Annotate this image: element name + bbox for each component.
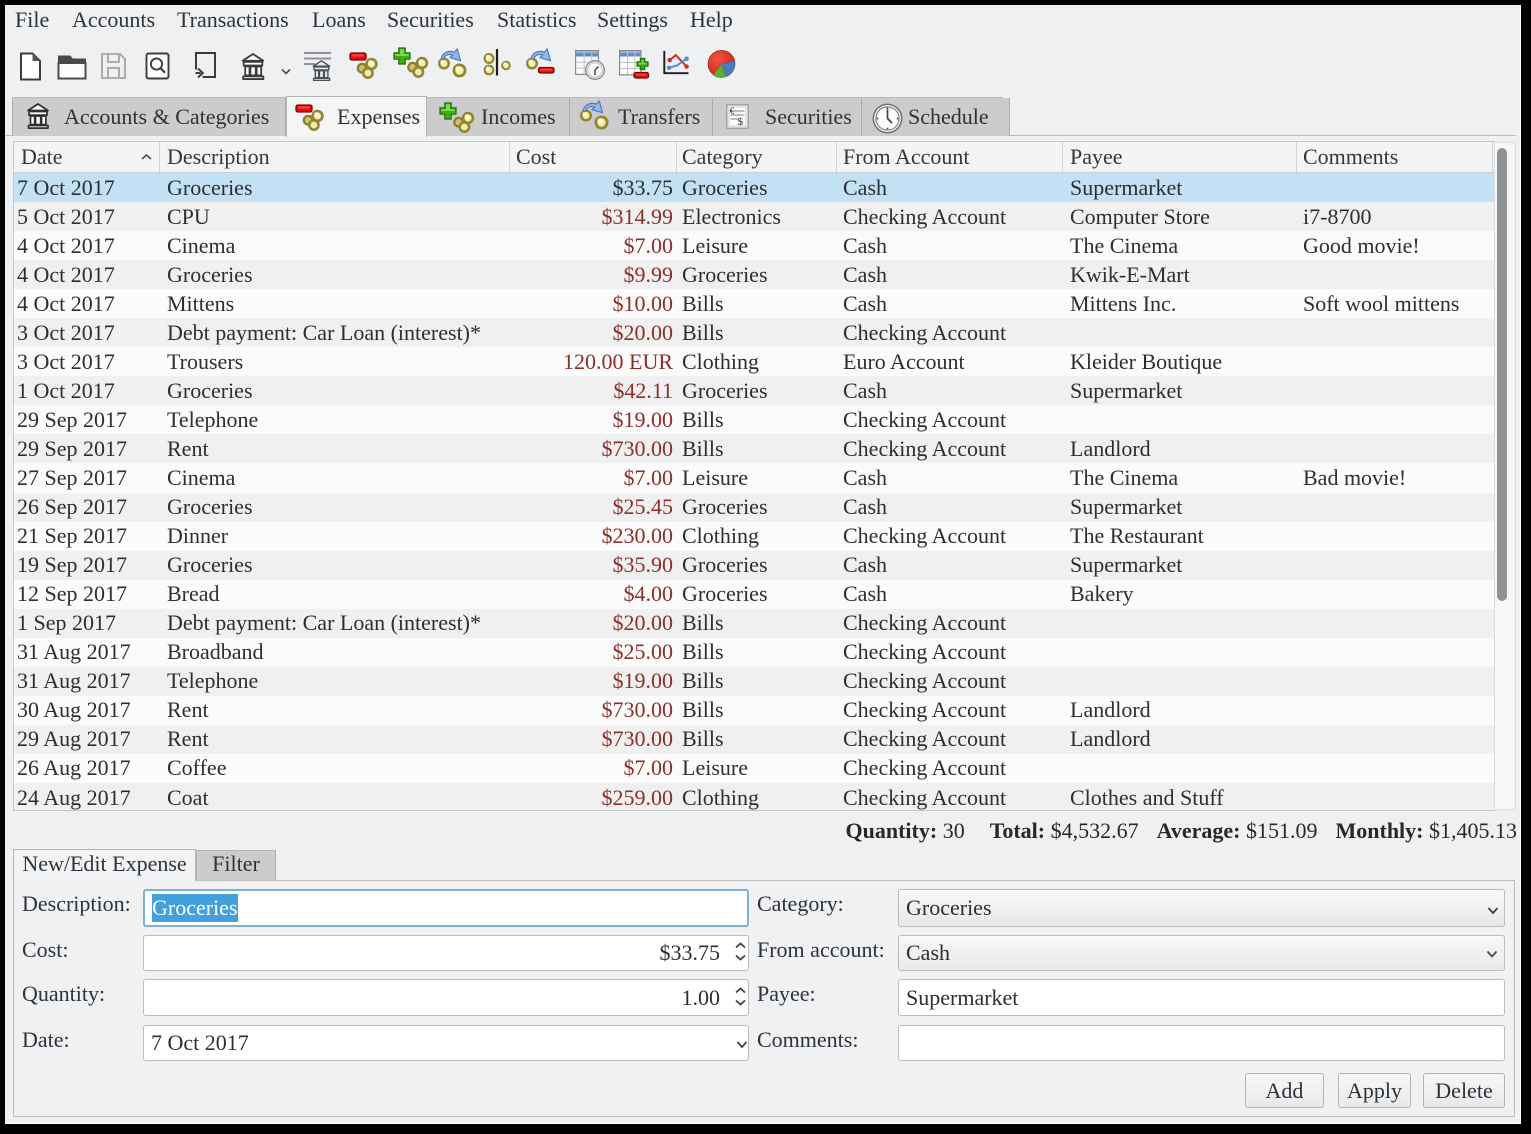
svg-text:$: $ [738,116,744,128]
svg-text:€: € [730,106,735,116]
